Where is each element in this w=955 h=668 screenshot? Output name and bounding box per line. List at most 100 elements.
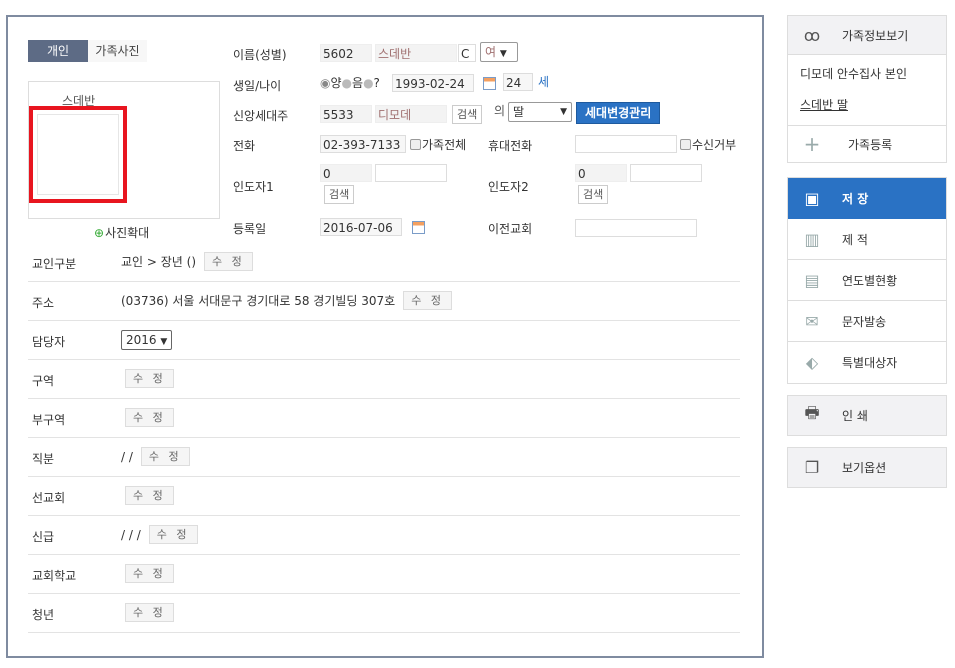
row-label: 교회학교 <box>32 569 77 583</box>
guide1-id: 0 <box>320 164 372 182</box>
family-add-label: 가족등록 <box>848 137 893 152</box>
view-options-button[interactable]: ❐ 보기옵션 <box>787 447 947 488</box>
phone-input[interactable]: 02-393-7133 <box>320 135 406 153</box>
head-name-input[interactable]: 디모데 <box>375 105 447 123</box>
family-all-label: 가족전체 <box>422 138 467 152</box>
of-label: 의 <box>494 104 506 118</box>
radio-lunar-label: 음 <box>352 76 364 90</box>
mobile-label: 휴대전화 <box>488 139 533 153</box>
edit-button[interactable]: 수 정 <box>125 603 174 622</box>
row-label: 부구역 <box>32 413 66 427</box>
tab-personal[interactable]: 개인 <box>28 40 88 62</box>
info-row: 청년 수 정 <box>28 594 740 633</box>
guide2-id: 0 <box>575 164 627 182</box>
head-id: 5533 <box>320 105 372 123</box>
sms-button[interactable]: ✉ 문자발송 <box>788 301 946 342</box>
radio-solar-label: 양 <box>330 76 342 90</box>
name-suffix-input[interactable]: C <box>458 44 476 62</box>
head-search-button[interactable]: 검색 <box>452 105 483 124</box>
row-value: / / / <box>121 527 141 542</box>
family-all-checkbox[interactable]: 가족전체 <box>410 136 466 153</box>
guide2-label: 인도자2 <box>488 180 529 194</box>
row-label: 구역 <box>32 374 55 388</box>
radio-unknown[interactable]: ● <box>363 76 373 90</box>
radio-lunar[interactable]: ● <box>342 76 352 90</box>
edit-button[interactable]: 수 정 <box>140 447 190 466</box>
zoom-in-icon: ⊕ <box>94 225 105 240</box>
calendar-icon[interactable] <box>412 221 425 234</box>
guide1-label: 인도자1 <box>233 180 274 194</box>
select-value: 2016 <box>126 333 157 347</box>
info-row: 담당자 2016 ▼ <box>28 321 740 360</box>
remove-button[interactable]: ▥ 제 적 <box>788 219 946 260</box>
row-label: 직분 <box>32 452 55 466</box>
edit-button[interactable]: 수 정 <box>125 369 174 388</box>
tab-family-photo[interactable]: 가족사진 <box>88 40 147 62</box>
family-add-button[interactable]: + 가족등록 <box>788 126 946 162</box>
view-options-label: 보기옵션 <box>842 461 887 475</box>
remove-label: 제 적 <box>842 232 868 247</box>
row-value: 교인 > 장년 () <box>121 255 197 269</box>
birth-label: 생일/나이 <box>233 79 282 93</box>
manager-year-select[interactable]: 2016 ▼ <box>121 330 173 350</box>
row-value: / / <box>121 449 133 464</box>
tag-icon: ⬖ <box>805 353 819 372</box>
edit-button[interactable]: 수 정 <box>125 408 174 427</box>
guide1-search-button[interactable]: 검색 <box>324 185 355 204</box>
row-label: 신급 <box>32 530 55 544</box>
row-value: (03736) 서울 서대문구 경기대로 58 경기빌딩 307호 <box>121 294 396 308</box>
phone-label: 전화 <box>233 139 256 153</box>
save-button[interactable]: ▣ 저 장 <box>788 178 946 219</box>
photo-zoom-link[interactable]: ⊕ 사진확대 <box>94 224 149 241</box>
name-input[interactable]: 스데반 <box>375 44 457 62</box>
reg-date-input[interactable]: 2016-07-06 <box>320 218 402 236</box>
family-view-label: 가족정보보기 <box>842 28 909 43</box>
photo-zoom-label: 사진확대 <box>105 226 150 240</box>
info-row: 직분 / / 수 정 <box>28 438 740 477</box>
edit-button[interactable]: 수 정 <box>403 291 452 310</box>
action-menu: ▣ 저 장 ▥ 제 적 ▤ 연도별현황 ✉ 문자발송 ⬖ 특별대상자 <box>787 177 947 384</box>
guide2-search-button[interactable]: 검색 <box>578 185 609 204</box>
gender-select[interactable]: 여 ▼ <box>480 42 518 62</box>
guide2-name-input[interactable] <box>630 164 702 182</box>
people-icon: ꝏ <box>803 25 821 45</box>
prev-church-input[interactable] <box>575 219 697 237</box>
chart-document-icon: ▤ <box>804 270 820 290</box>
family-member[interactable]: 디모데 안수집사 본인 <box>800 65 934 82</box>
calendar-icon[interactable] <box>483 77 496 90</box>
edit-button[interactable]: 수 정 <box>148 525 198 544</box>
info-row: 구역 수 정 <box>28 360 740 399</box>
edit-button[interactable]: 수 정 <box>125 564 174 583</box>
special-target-button[interactable]: ⬖ 특별대상자 <box>788 342 946 383</box>
radio-solar[interactable]: ◉ <box>320 76 330 90</box>
windows-icon: ❐ <box>804 458 820 477</box>
reg-label: 등록일 <box>233 222 267 236</box>
info-row: 주소 (03736) 서울 서대문구 경기대로 58 경기빌딩 307호 수 정 <box>28 282 740 321</box>
envelope-icon: ✉ <box>805 311 819 331</box>
info-row: 교회학교 수 정 <box>28 555 740 594</box>
age-unit: 세 <box>538 75 550 89</box>
row-label: 교인구분 <box>32 257 77 271</box>
family-view-header[interactable]: ꝏ 가족정보보기 <box>788 16 946 55</box>
birth-date-input[interactable]: 1993-02-24 <box>392 74 474 92</box>
relation-select[interactable]: 딸 ▼ <box>508 102 572 122</box>
edit-button[interactable]: 수 정 <box>125 486 174 505</box>
special-label: 특별대상자 <box>842 356 898 370</box>
print-button[interactable]: 🖶 인 쇄 <box>787 395 947 436</box>
info-row: 교인구분 교인 > 장년 () 수 정 <box>28 243 740 282</box>
row-label: 담당자 <box>32 335 66 349</box>
reject-sms-checkbox[interactable]: 수신거부 <box>680 136 736 153</box>
row-label: 청년 <box>32 608 55 622</box>
household-change-button[interactable]: 세대변경관리 <box>576 102 661 124</box>
age-input[interactable]: 24 <box>503 73 533 91</box>
photo-frame[interactable] <box>29 106 127 203</box>
mobile-input[interactable] <box>575 135 677 153</box>
yearly-status-button[interactable]: ▤ 연도별현황 <box>788 260 946 301</box>
columns-icon: ▥ <box>804 229 820 249</box>
print-label: 인 쇄 <box>842 409 868 423</box>
guide1-name-input[interactable] <box>375 164 447 182</box>
family-member[interactable]: 스데반 딸 <box>800 96 934 113</box>
member-id: 5602 <box>320 44 372 62</box>
name-label: 이름(성별) <box>233 48 287 62</box>
edit-button[interactable]: 수 정 <box>204 252 253 271</box>
